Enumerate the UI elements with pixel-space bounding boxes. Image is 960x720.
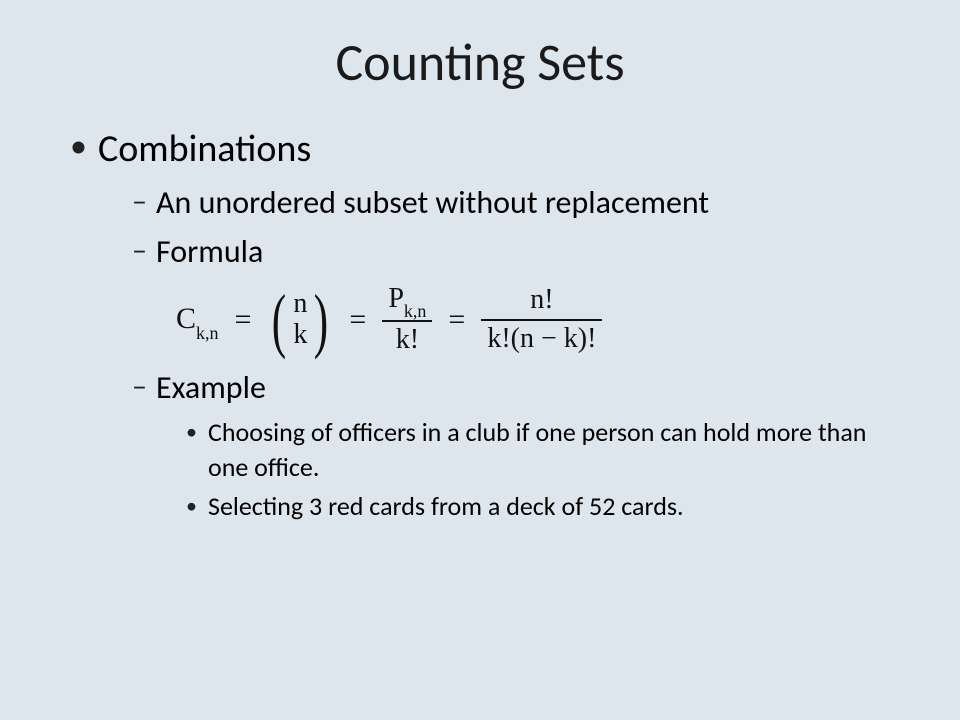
fraction-2-den: k!(n − k)!	[481, 323, 602, 355]
sub-formula: Formula Ck,n = ( n k )	[132, 230, 900, 356]
equals-1: =	[235, 299, 252, 341]
fraction-1-num: Pk,n	[382, 283, 432, 318]
bullet-combinations: Combinations An unordered subset without…	[70, 124, 900, 524]
binomial-bottom: k	[293, 320, 307, 351]
example-item-2-text: Selecting 3 red cards from a deck of 52 …	[208, 490, 684, 522]
formula-lhs-main: C	[176, 302, 196, 335]
fraction-1: Pk,n k!	[382, 283, 432, 356]
binomial-stack: n k	[291, 289, 309, 351]
binomial-top: n	[293, 289, 307, 320]
fraction-1-num-sub: k,n	[404, 301, 427, 321]
left-paren-icon: (	[272, 284, 286, 356]
equals-3: =	[448, 299, 465, 341]
example-item-1: Choosing of officers in a club if one pe…	[186, 415, 900, 485]
fraction-1-num-main: P	[388, 283, 404, 314]
sub-example: Example Choosing of officers in a club i…	[132, 366, 900, 524]
bullet-combinations-label: Combinations	[98, 126, 311, 172]
sub-formula-label: Formula	[156, 232, 263, 271]
fraction-2-num: n!	[524, 284, 559, 316]
sub-definition-text: An unordered subset without replacement	[156, 183, 709, 222]
formula-lhs: Ck,n	[176, 298, 219, 342]
equals-2: =	[349, 299, 366, 341]
right-paren-icon: )	[314, 284, 328, 356]
fraction-2-bar	[481, 319, 602, 321]
formula-expression: Ck,n = ( n k ) =	[176, 283, 900, 356]
sub-example-label: Example	[156, 368, 266, 407]
bullet-list-level1: Combinations An unordered subset without…	[60, 124, 900, 524]
sub-definition: An unordered subset without replacement	[132, 181, 900, 226]
example-item-1-text: Choosing of officers in a club if one pe…	[208, 416, 866, 483]
slide-title: Counting Sets	[60, 30, 900, 94]
bullet-list-level2: An unordered subset without replacement …	[98, 181, 900, 524]
bullet-list-level3: Choosing of officers in a club if one pe…	[156, 415, 900, 524]
formula-lhs-sub: k,n	[196, 323, 219, 343]
fraction-2: n! k!(n − k)!	[481, 284, 602, 354]
example-item-2: Selecting 3 red cards from a deck of 52 …	[186, 489, 900, 524]
fraction-1-den: k!	[390, 324, 425, 356]
binomial: ( n k )	[267, 284, 333, 356]
slide: Counting Sets Combinations An unordered …	[0, 0, 960, 720]
